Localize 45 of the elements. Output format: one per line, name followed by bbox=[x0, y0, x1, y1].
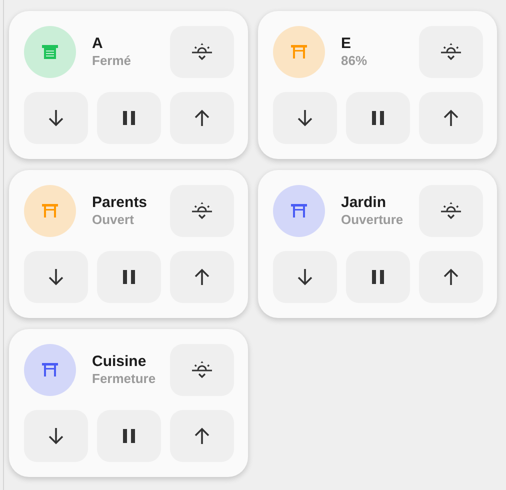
cover-name: A bbox=[92, 35, 104, 53]
arrow-up-icon bbox=[443, 268, 459, 286]
cover-state: Fermeture bbox=[92, 371, 157, 387]
garage-door-icon bbox=[41, 43, 59, 61]
pause-icon bbox=[372, 111, 384, 125]
cover-name: Cuisine bbox=[92, 353, 148, 371]
cover-state: Ouverture bbox=[341, 212, 404, 228]
cover-name: E bbox=[341, 35, 352, 53]
pause-icon bbox=[123, 111, 135, 125]
arrow-down-icon bbox=[297, 268, 313, 286]
stop-button[interactable] bbox=[97, 410, 161, 462]
stop-button[interactable] bbox=[346, 251, 410, 303]
pergola-icon bbox=[41, 361, 59, 379]
sun-horizon-icon bbox=[191, 201, 213, 221]
sun-horizon-icon bbox=[440, 42, 462, 62]
pause-icon bbox=[372, 270, 384, 284]
stop-button[interactable] bbox=[97, 251, 161, 303]
stop-button[interactable] bbox=[97, 92, 161, 144]
arrow-down-icon bbox=[297, 109, 313, 127]
position-button[interactable] bbox=[419, 185, 483, 237]
arrow-up-icon bbox=[443, 109, 459, 127]
arrow-down-icon bbox=[48, 268, 64, 286]
sun-horizon-icon bbox=[191, 360, 213, 380]
pergola-icon bbox=[41, 202, 59, 220]
position-button[interactable] bbox=[419, 26, 483, 78]
arrow-down-icon bbox=[48, 109, 64, 127]
position-button[interactable] bbox=[170, 185, 234, 237]
arrow-down-icon bbox=[48, 427, 64, 445]
stop-button[interactable] bbox=[346, 92, 410, 144]
pause-icon bbox=[123, 270, 135, 284]
arrow-up-icon bbox=[194, 427, 210, 445]
pause-icon bbox=[123, 429, 135, 443]
cover-state: Fermé bbox=[92, 53, 132, 69]
pergola-icon bbox=[290, 202, 308, 220]
cover-name: Jardin bbox=[341, 194, 388, 212]
sun-horizon-icon bbox=[191, 42, 213, 62]
position-button[interactable] bbox=[170, 26, 234, 78]
cover-state: 86% bbox=[341, 53, 368, 69]
cover-name: Parents bbox=[92, 194, 148, 212]
sun-horizon-icon bbox=[440, 201, 462, 221]
arrow-up-icon bbox=[194, 268, 210, 286]
pergola-icon bbox=[290, 43, 308, 61]
cover-state: Ouvert bbox=[92, 212, 135, 228]
arrow-up-icon bbox=[194, 109, 210, 127]
position-button[interactable] bbox=[170, 344, 234, 396]
